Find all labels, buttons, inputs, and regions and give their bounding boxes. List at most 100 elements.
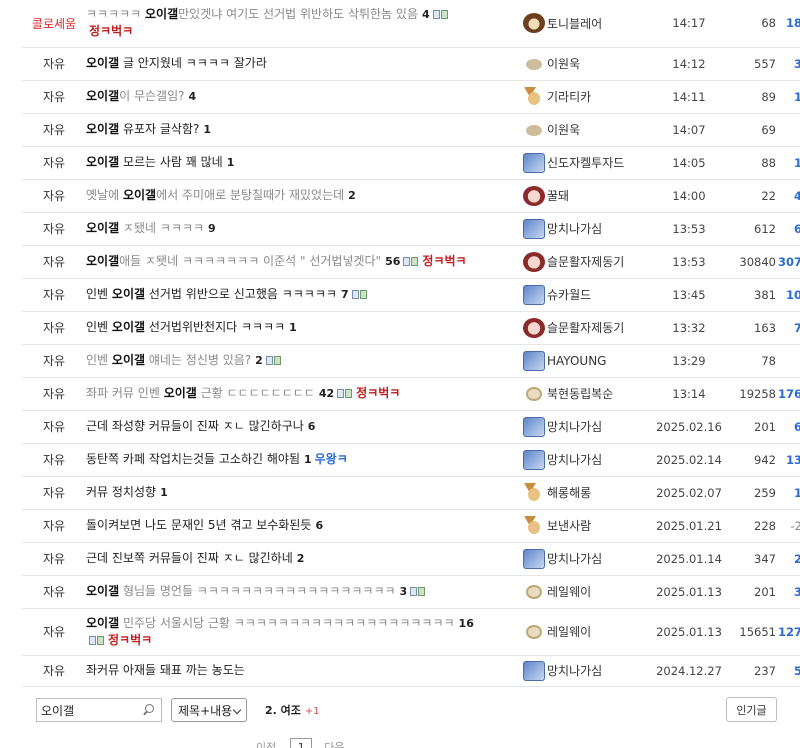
post-author-cell[interactable]: 기라티카: [523, 80, 647, 114]
title-keyword[interactable]: 오이갤: [123, 188, 156, 202]
post-author-cell[interactable]: 슈카월드: [523, 278, 647, 312]
post-title-cell[interactable]: 인벤 오이갤 얘네는 정신병 있음? 2: [86, 344, 523, 378]
post-author-cell[interactable]: 망치나가심: [523, 212, 647, 246]
post-row[interactable]: 자유 오이갤 형님들 명언들 ㅋㅋㅋㅋㅋㅋㅋㅋㅋㅋㅋㅋㅋㅋㅋㅋㅋㅋ 3 레일웨이 202…: [22, 575, 800, 609]
comment-count[interactable]: 1: [203, 123, 211, 136]
title-text[interactable]: 에서 주미애로 분탕칠때가 재밌었는데: [156, 188, 344, 202]
title-text[interactable]: 애들 ㅈ됏네 ㅋㅋㅋㅋㅋㅋㅋ 이준석 " 선거법넣겟다": [119, 254, 381, 268]
author[interactable]: 토니블레어: [523, 13, 647, 34]
post-title-cell[interactable]: 좌커뮤 아재들 돼표 까는 농도는: [86, 655, 523, 687]
author-nickname[interactable]: 해롱해롱: [547, 484, 591, 501]
author-nickname[interactable]: 망치나가심: [547, 550, 602, 567]
comment-count[interactable]: 6: [308, 420, 316, 433]
post-row[interactable]: 자유 오이갤애들 ㅈ됏네 ㅋㅋㅋㅋㅋㅋㅋ 이준석 " 선거법넣겟다" 56 정ㅋ벅ㅋ 슬…: [22, 245, 800, 279]
title-text[interactable]: 모르는 사람 꽤 많네: [119, 155, 223, 169]
title-text[interactable]: 커뮤 정치성향: [86, 485, 156, 499]
post-author-cell[interactable]: 신도자켈투자드: [523, 146, 647, 180]
pager-prev[interactable]: 이전: [256, 739, 276, 748]
post-title-cell[interactable]: 인벤 오이갤 선거법위반천지다 ㅋㅋㅋㅋ 1: [86, 311, 523, 345]
post-author-cell[interactable]: HAYOUNG: [523, 344, 647, 378]
title-text[interactable]: 형님들 명언들 ㅋㅋㅋㅋㅋㅋㅋㅋㅋㅋㅋㅋㅋㅋㅋㅋㅋㅋ: [119, 584, 396, 598]
post-row[interactable]: 자유 오이갤 모르는 사람 꽤 많네 1 신도자켈투자드 14:05 88 1: [22, 146, 800, 180]
post-author-cell[interactable]: 망치나가심: [523, 542, 647, 576]
post-title-cell[interactable]: 옛날에 오이갤에서 주미애로 분탕칠때가 재밌었는데 2: [86, 179, 523, 213]
title-text[interactable]: 글 안지웠네 ㅋㅋㅋㅋ 잘가라: [119, 56, 267, 70]
author[interactable]: 신도자켈투자드: [523, 152, 647, 173]
post-author-cell[interactable]: 해롱해롱: [523, 476, 647, 510]
comment-count[interactable]: 1: [227, 156, 235, 169]
author[interactable]: 망치나가심: [523, 660, 647, 681]
title-keyword[interactable]: 오이갤: [112, 320, 145, 334]
title-text[interactable]: 만있겟냐 여기도 선거법 위반하도 삭튀한놈 있음: [178, 7, 418, 21]
author-nickname[interactable]: 슈카월드: [547, 286, 591, 303]
post-title-cell[interactable]: 동탄쪽 카페 작업치는것들 고소하긴 해야됨 1 우왕ㅋ: [86, 443, 523, 477]
post-title-cell[interactable]: 오이갤 ㅈ됐네 ㅋㅋㅋㅋ 9: [86, 212, 523, 246]
post-title-cell[interactable]: 오이갤 모르는 사람 꽤 많네 1: [86, 146, 523, 180]
post-author-cell[interactable]: 이원욱: [523, 113, 647, 147]
author-nickname[interactable]: 망치나가심: [547, 220, 602, 237]
post-title-cell[interactable]: 커뮤 정치성향 1: [86, 476, 523, 510]
post-author-cell[interactable]: 레일웨이: [523, 575, 647, 609]
comment-count[interactable]: 42: [319, 387, 334, 400]
title-text[interactable]: 선거법 위반으로 신고했음 ㅋㅋㅋㅋㅋ: [145, 287, 337, 301]
title-text[interactable]: ㅈ됐네 ㅋㅋㅋㅋ: [119, 221, 204, 235]
author[interactable]: 망치나가심: [523, 416, 647, 437]
post-title-cell[interactable]: 오이갤 글 안지웠네 ㅋㅋㅋㅋ 잘가라: [86, 47, 523, 81]
author-nickname[interactable]: 망치나가심: [547, 418, 602, 435]
title-text[interactable]: ㅋㅋㅋㅋㅋ: [86, 7, 145, 21]
author-nickname[interactable]: 북현동립복순: [547, 385, 613, 402]
post-row[interactable]: 자유 오이갤 ㅈ됐네 ㅋㅋㅋㅋ 9 망치나가심 13:53 612 6: [22, 212, 800, 246]
title-text[interactable]: 얘네는 정신병 있음?: [145, 353, 251, 367]
post-title-cell[interactable]: 오이갤 민주당 서울시당 근황 ㅋㅋㅋㅋㅋㅋㅋㅋㅋㅋㅋㅋㅋㅋㅋㅋㅋㅋㅋㅋ 16 정ㅋ…: [86, 608, 523, 656]
author[interactable]: 망치나가심: [523, 449, 647, 470]
title-text[interactable]: 선거법위반천지다 ㅋㅋㅋㅋ: [145, 320, 285, 334]
author-nickname[interactable]: 토니블레어: [547, 15, 602, 32]
title-keyword[interactable]: 오이갤: [86, 155, 119, 169]
title-keyword[interactable]: 오이갤: [86, 254, 119, 268]
title-text[interactable]: 인벤: [86, 287, 112, 301]
author-nickname[interactable]: 레일웨이: [547, 583, 591, 600]
post-author-cell[interactable]: 레일웨이: [523, 608, 647, 656]
comment-count[interactable]: 1: [289, 321, 297, 334]
post-author-cell[interactable]: 망치나가심: [523, 410, 647, 444]
comment-count[interactable]: 2: [348, 189, 356, 202]
pager-next[interactable]: 다음: [324, 739, 344, 748]
comment-count[interactable]: 4: [189, 90, 197, 103]
author[interactable]: 슬문활자제동기: [523, 317, 647, 338]
author[interactable]: 이원욱: [523, 119, 647, 140]
popular-button[interactable]: 인기글: [726, 697, 777, 722]
poll-link[interactable]: 2. 여조 +1: [265, 702, 320, 718]
author-nickname[interactable]: 망치나가심: [547, 451, 602, 468]
post-title-cell[interactable]: ㅋㅋㅋㅋㅋ 오이갤만있겟냐 여기도 선거법 위반하도 삭튀한놈 있음 4 정ㅋ벅ㅋ: [86, 0, 523, 48]
title-keyword[interactable]: 오이갤: [86, 122, 119, 136]
title-keyword[interactable]: 오이갤: [164, 386, 197, 400]
author-nickname[interactable]: 레일웨이: [547, 623, 591, 640]
author[interactable]: 망치나가심: [523, 218, 647, 239]
title-keyword[interactable]: 오이갤: [86, 616, 119, 630]
comment-count[interactable]: 2: [297, 552, 305, 565]
author-nickname[interactable]: 보낸사람: [547, 517, 591, 534]
comment-count[interactable]: 56: [385, 255, 400, 268]
comment-count[interactable]: 1: [304, 453, 312, 466]
post-row[interactable]: 자유 좌파 커뮤 인벤 오이갤 근황 ㄷㄷㄷㄷㄷㄷㄷㄷ 42 정ㅋ벅ㅋ 북현동립복순 13…: [22, 377, 800, 411]
author-nickname[interactable]: 이원욱: [547, 55, 580, 72]
author[interactable]: 이원욱: [523, 53, 647, 74]
title-text[interactable]: 근황 ㄷㄷㄷㄷㄷㄷㄷㄷ: [197, 386, 315, 400]
post-row[interactable]: 자유 옛날에 오이갤에서 주미애로 분탕칠때가 재밌었는데 2 꿀돼 14:00 22 4: [22, 179, 800, 213]
post-title-cell[interactable]: 오이갤 형님들 명언들 ㅋㅋㅋㅋㅋㅋㅋㅋㅋㅋㅋㅋㅋㅋㅋㅋㅋㅋ 3: [86, 575, 523, 609]
post-author-cell[interactable]: 슬문활자제동기: [523, 311, 647, 345]
comment-count[interactable]: 4: [422, 8, 430, 21]
search-input[interactable]: [41, 703, 137, 717]
post-author-cell[interactable]: 슬문활자제동기: [523, 245, 647, 279]
author-nickname[interactable]: 신도자켈투자드: [547, 154, 624, 171]
author[interactable]: HAYOUNG: [523, 350, 647, 371]
post-author-cell[interactable]: 토니블레어: [523, 0, 647, 48]
post-title-cell[interactable]: 오이갤애들 ㅈ됏네 ㅋㅋㅋㅋㅋㅋㅋ 이준석 " 선거법넣겟다" 56 정ㅋ벅ㅋ: [86, 245, 523, 279]
post-author-cell[interactable]: 북현동립복순: [523, 377, 647, 411]
post-author-cell[interactable]: 망치나가심: [523, 655, 647, 687]
post-row[interactable]: 자유 근데 진보쪽 커뮤들이 진짜 ㅈㄴ 많긴하네 2 망치나가심 2025.01.14…: [22, 542, 800, 576]
post-title-cell[interactable]: 돌이켜보면 나도 문재인 5년 겪고 보수화된듯 6: [86, 509, 523, 543]
post-row[interactable]: 자유 오이갤 유포자 글삭함? 1 이원욱 14:07 69: [22, 113, 800, 147]
title-text[interactable]: 근데 진보쪽 커뮤들이 진짜 ㅈㄴ 많긴하네: [86, 551, 293, 565]
title-text[interactable]: 근데 좌성향 커뮤들이 진짜 ㅈㄴ 많긴하구나: [86, 419, 304, 433]
